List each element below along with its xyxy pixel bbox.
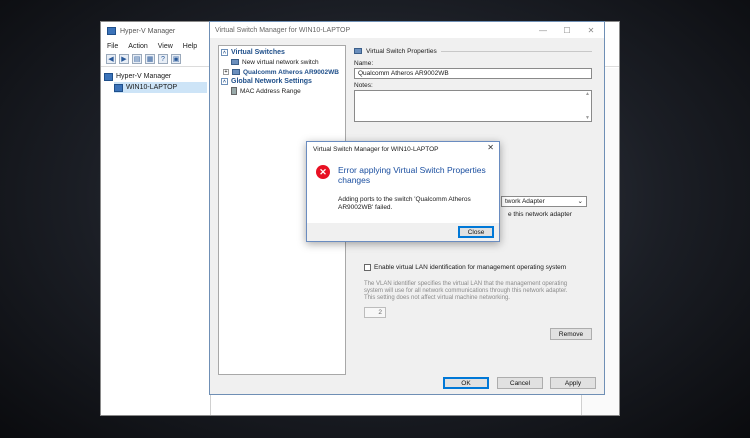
dialog-titlebar[interactable]: Virtual Switch Manager for WIN10-LAPTOP … [307,142,499,156]
notes-label: Notes: [354,82,373,89]
close-icon[interactable]: ✕ [487,143,494,152]
tree-host[interactable]: WIN10-LAPTOP [114,82,207,93]
hyperv-tree: Hyper-V Manager WIN10-LAPTOP [101,68,211,415]
menu-file[interactable]: File [107,43,118,50]
back-arrow-icon[interactable]: ◀ [106,54,116,64]
vlan-checkbox-label: Enable virtual LAN identification for ma… [374,264,567,271]
notes-field[interactable]: ▲ ▼ [354,90,592,122]
properties-icon[interactable]: ▦ [145,54,155,64]
vlan-description: The VLAN identifier specifies the virtua… [364,281,568,301]
hyperv-server-icon [104,72,113,81]
scroll-up-icon[interactable]: ▲ [585,91,590,97]
menu-action[interactable]: Action [128,43,147,50]
nav-switch-label: Qualcomm Atheros AR9002WB [243,68,339,76]
error-icon: ✕ [316,165,330,179]
vsm-title: Virtual Switch Manager for WIN10-LAPTOP [215,26,351,34]
vlan-checkbox[interactable] [364,264,371,271]
hyperv-title: Hyper-V Manager [120,27,176,35]
name-label: Name: [354,60,374,67]
section-virtual-switches[interactable]: ˄ Virtual Switches [221,48,343,57]
close-icon[interactable]: ✕ [580,22,602,38]
collapse-chevron-icon[interactable]: ˄ [221,49,228,56]
collapse-chevron-icon[interactable]: ˄ [221,78,228,85]
switch-icon [232,69,240,75]
dialog-title: Virtual Switch Manager for WIN10-LAPTOP [313,145,439,153]
menu-help[interactable]: Help [183,43,197,50]
console-icon[interactable]: ▣ [171,54,181,64]
vlan-option[interactable]: Enable virtual LAN identification for ma… [364,264,566,271]
tree-host-label: WIN10-LAPTOP [126,84,178,91]
properties-header-label: Virtual Switch Properties [366,47,437,55]
vsm-titlebar[interactable]: Virtual Switch Manager for WIN10-LAPTOP … [210,22,604,38]
host-computer-icon [114,83,123,92]
nav-new-switch[interactable]: New virtual network switch [221,57,343,67]
ok-button[interactable]: OK [443,377,489,389]
new-switch-icon [231,59,239,65]
help-icon[interactable]: ? [158,54,168,64]
section-virtual-switches-label: Virtual Switches [231,49,285,56]
minimize-icon[interactable]: — [532,22,554,38]
hyperv-app-icon [107,27,116,35]
nav-new-switch-label: New virtual network switch [242,58,319,66]
nav-mac-label: MAC Address Range [240,87,301,95]
forward-arrow-icon[interactable]: ▶ [119,54,129,64]
dialog-footer: Close [307,223,499,241]
adapter-select-value: twork Adapter [505,198,545,205]
expand-plus-icon[interactable]: + [223,69,229,75]
remove-button[interactable]: Remove [550,328,592,340]
section-global-settings[interactable]: ˄ Global Network Settings [221,77,343,86]
tree-root[interactable]: Hyper-V Manager [104,71,207,82]
nav-mac-range[interactable]: MAC Address Range [221,86,343,96]
scroll-down-icon[interactable]: ▼ [585,115,590,121]
switch-icon [354,48,362,54]
error-heading: Error applying Virtual Switch Properties… [338,165,486,185]
chevron-down-icon: ⌄ [577,198,583,205]
share-adapter-text: e this network adapter [508,211,572,218]
close-button[interactable]: Close [458,226,494,238]
cancel-button[interactable]: Cancel [497,377,543,389]
error-message: Adding ports to the switch 'Qualcomm Ath… [338,196,471,211]
section-global-label: Global Network Settings [231,78,312,85]
tree-root-label: Hyper-V Manager [116,73,172,80]
divider [440,50,592,52]
mac-address-icon [231,87,237,95]
adapter-select[interactable]: twork Adapter ⌄ [501,196,587,207]
maximize-icon[interactable]: ☐ [556,22,578,38]
nav-switch-qualcomm[interactable]: + Qualcomm Atheros AR9002WB [221,67,343,77]
apply-button[interactable]: Apply [550,377,596,389]
folder-icon[interactable]: ▤ [132,54,142,64]
properties-header: Virtual Switch Properties [354,45,592,57]
menu-view[interactable]: View [158,43,173,50]
error-dialog: Virtual Switch Manager for WIN10-LAPTOP … [306,141,500,242]
vlan-id-spinner[interactable]: 2 [364,307,386,318]
name-field[interactable]: Qualcomm Atheros AR9002WB [354,68,592,79]
